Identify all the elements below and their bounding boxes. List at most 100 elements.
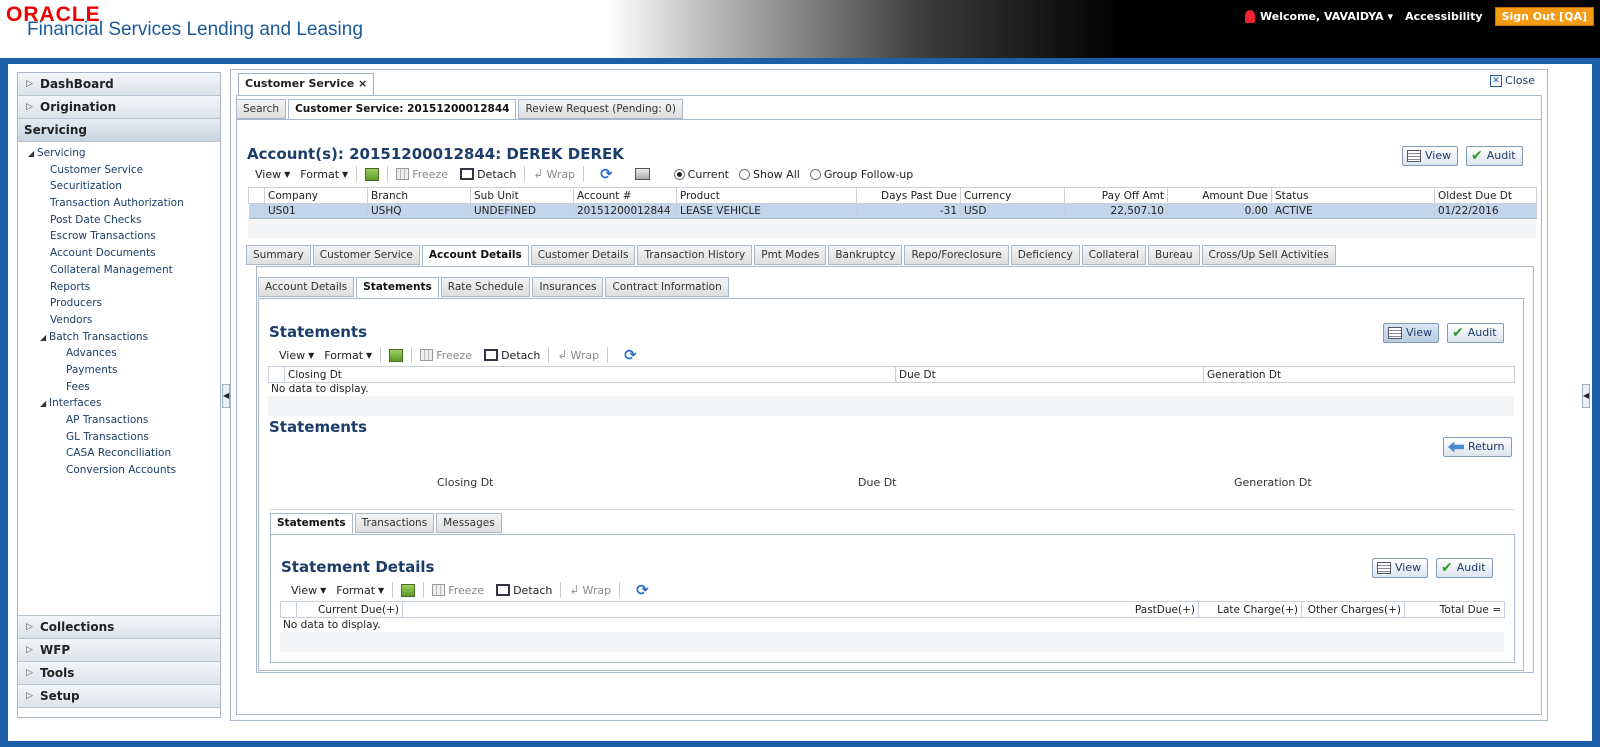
- wrap-button[interactable]: ↲ Wrap: [533, 167, 575, 181]
- column-header[interactable]: Amount Due: [1167, 187, 1272, 204]
- tab-customer-service-main[interactable]: Customer Service ×: [238, 73, 375, 95]
- sidebar-item-securitization[interactable]: Securitization: [18, 178, 220, 195]
- column-header[interactable]: PastDue(+): [402, 601, 1199, 618]
- column-header[interactable]: Company: [264, 187, 368, 204]
- column-header[interactable]: Oldest Due Dt: [1434, 187, 1537, 204]
- wrap-button[interactable]: ↲ Wrap: [557, 348, 599, 362]
- sidebar-item-fees[interactable]: Fees: [18, 379, 220, 396]
- table-row[interactable]: US01 USHQ UNDEFINED 20151200012844 LEASE…: [248, 203, 1537, 219]
- tab-account-details[interactable]: Account Details: [421, 245, 529, 266]
- refresh-icon[interactable]: ⟳: [600, 165, 613, 183]
- view-menu[interactable]: View ▼: [279, 349, 314, 362]
- nav-origination[interactable]: Origination: [18, 96, 220, 119]
- tab-account-details-sub[interactable]: Account Details: [258, 277, 355, 297]
- sidebar-item-casa-reconciliation[interactable]: CASA Reconciliation: [18, 445, 220, 462]
- column-header[interactable]: Pay Off Amt: [1064, 187, 1168, 204]
- nav-wfp[interactable]: WFP: [18, 639, 220, 662]
- format-menu[interactable]: Format ▼: [324, 349, 372, 362]
- detach-button[interactable]: Detach: [460, 168, 516, 181]
- sidebar-item-producers[interactable]: Producers: [18, 295, 220, 312]
- nav-tools[interactable]: Tools: [18, 662, 220, 685]
- refresh-icon[interactable]: ⟳: [636, 581, 649, 599]
- sidebar-item-conversion-accounts[interactable]: Conversion Accounts: [18, 462, 220, 479]
- sidebar-item-reports[interactable]: Reports: [18, 279, 220, 296]
- return-button[interactable]: Return: [1443, 437, 1512, 457]
- tab-pmt-modes[interactable]: Pmt Modes: [754, 245, 827, 265]
- tab-contract-information[interactable]: Contract Information: [605, 277, 729, 297]
- radio-group-follow-up[interactable]: Group Follow-up: [800, 168, 913, 181]
- tab-bankruptcy[interactable]: Bankruptcy: [828, 245, 903, 265]
- nav-collections[interactable]: Collections: [18, 616, 220, 639]
- print-icon[interactable]: [634, 168, 650, 180]
- column-header[interactable]: Currency: [960, 187, 1065, 204]
- sidebar-item-post-date-checks[interactable]: Post Date Checks: [18, 212, 220, 229]
- column-header[interactable]: Product: [676, 187, 857, 204]
- freeze-button[interactable]: Freeze: [420, 349, 472, 362]
- tab-review-request[interactable]: Review Request (Pending: 0): [518, 99, 683, 119]
- sidebar-item-account-documents[interactable]: Account Documents: [18, 245, 220, 262]
- tree-batch-transactions[interactable]: ◢ Batch Transactions: [18, 329, 220, 346]
- column-header[interactable]: Due Dt: [895, 366, 1204, 383]
- column-header[interactable]: Account #: [573, 187, 677, 204]
- format-menu[interactable]: Format ▼: [336, 584, 384, 597]
- details-audit-button[interactable]: ✔ Audit: [1436, 558, 1493, 578]
- column-header[interactable]: Generation Dt: [1203, 366, 1515, 383]
- view-menu[interactable]: View ▼: [255, 168, 290, 181]
- column-header[interactable]: Sub Unit: [470, 187, 574, 204]
- sidebar-item-customer-service[interactable]: Customer Service: [18, 162, 220, 179]
- tab-summary[interactable]: Summary: [246, 245, 311, 265]
- close-tab-icon[interactable]: ×: [358, 77, 367, 90]
- column-header[interactable]: Closing Dt: [284, 366, 896, 383]
- right-panel-handle[interactable]: ◀: [1582, 384, 1590, 408]
- column-header[interactable]: Total Due =: [1404, 601, 1505, 618]
- statements-audit-button[interactable]: ✔ Audit: [1447, 323, 1504, 343]
- details-view-button[interactable]: View: [1372, 558, 1429, 578]
- tab-statements[interactable]: Statements: [356, 277, 439, 298]
- view-menu[interactable]: View ▼: [291, 584, 326, 597]
- wrap-button[interactable]: ↲ Wrap: [569, 583, 611, 597]
- column-header[interactable]: Status: [1271, 187, 1435, 204]
- sidebar-item-vendors[interactable]: Vendors: [18, 312, 220, 329]
- detach-button[interactable]: Detach: [496, 584, 552, 597]
- account-view-button[interactable]: View: [1402, 146, 1459, 166]
- tab-messages[interactable]: Messages: [436, 513, 502, 533]
- column-header[interactable]: Branch: [367, 187, 471, 204]
- tab-collateral[interactable]: Collateral: [1081, 245, 1147, 265]
- tab-transactions[interactable]: Transactions: [354, 513, 435, 533]
- tree-servicing[interactable]: ◢ Servicing: [18, 145, 220, 162]
- tab-deficiency[interactable]: Deficiency: [1010, 245, 1080, 265]
- column-header[interactable]: Other Charges(+): [1301, 601, 1405, 618]
- tab-customer-details[interactable]: Customer Details: [530, 245, 636, 265]
- radio-show-all[interactable]: Show All: [729, 168, 800, 181]
- tab-repo-foreclosure[interactable]: Repo/Foreclosure: [904, 245, 1009, 265]
- sidebar-item-transaction-authorization[interactable]: Transaction Authorization: [18, 195, 220, 212]
- tab-rate-schedule[interactable]: Rate Schedule: [440, 277, 531, 297]
- nav-dashboard[interactable]: DashBoard: [18, 73, 220, 96]
- export-icon[interactable]: [365, 167, 380, 181]
- tab-transaction-history[interactable]: Transaction History: [637, 245, 753, 265]
- tab-customer-service[interactable]: Customer Service: [312, 245, 420, 265]
- freeze-button[interactable]: Freeze: [432, 584, 484, 597]
- statements-view-button[interactable]: View: [1383, 323, 1440, 343]
- sidebar-item-collateral-management[interactable]: Collateral Management: [18, 262, 220, 279]
- tab-statements-bottom[interactable]: Statements: [270, 513, 353, 534]
- tab-insurances[interactable]: Insurances: [532, 277, 604, 297]
- radio-current[interactable]: Current: [664, 168, 729, 181]
- tab-customer-service-account[interactable]: Customer Service: 20151200012844: [288, 99, 517, 120]
- column-header[interactable]: Current Due(+): [296, 601, 403, 618]
- export-icon[interactable]: [389, 348, 404, 362]
- refresh-icon[interactable]: ⟳: [624, 346, 637, 364]
- sidebar-item-gl-transactions[interactable]: GL Transactions: [18, 429, 220, 446]
- user-menu[interactable]: Welcome, VAVAIDYA ▾: [1245, 10, 1393, 24]
- export-icon[interactable]: [401, 583, 416, 597]
- sign-out-button[interactable]: Sign Out [QA]: [1494, 7, 1594, 26]
- nav-servicing[interactable]: Servicing: [18, 119, 220, 142]
- column-header[interactable]: Days Past Due: [856, 187, 961, 204]
- format-menu[interactable]: Format ▼: [300, 168, 348, 181]
- account-audit-button[interactable]: ✔ Audit: [1466, 146, 1523, 166]
- sidebar-item-escrow-transactions[interactable]: Escrow Transactions: [18, 228, 220, 245]
- detach-button[interactable]: Detach: [484, 349, 540, 362]
- sidebar-collapse-handle[interactable]: ◀: [222, 384, 230, 408]
- sidebar-item-ap-transactions[interactable]: AP Transactions: [18, 412, 220, 429]
- nav-setup[interactable]: Setup: [18, 685, 220, 708]
